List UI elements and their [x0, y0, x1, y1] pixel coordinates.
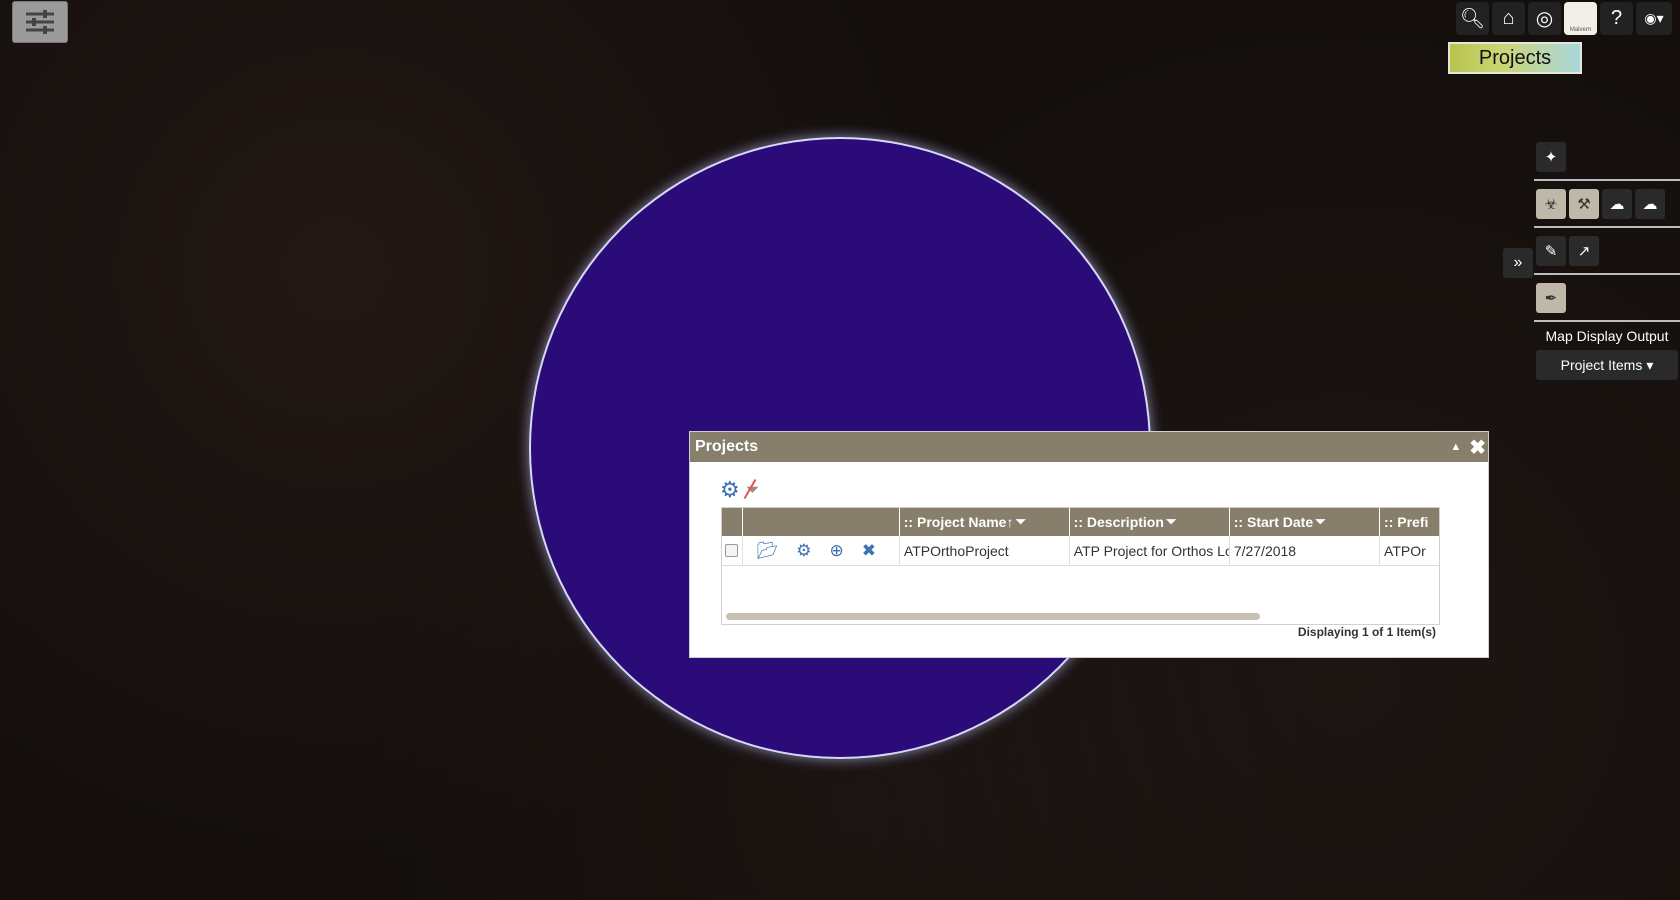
horizontal-scrollbar[interactable]: [726, 613, 1260, 620]
close-icon[interactable]: ✖: [1469, 435, 1486, 460]
tool-group-1: ✦: [1534, 134, 1680, 181]
map-display-output-label: Map Display Output: [1545, 328, 1669, 344]
user-menu-button[interactable]: ◉▾: [1636, 2, 1672, 35]
projects-banner[interactable]: Projects: [1448, 42, 1582, 74]
row-checkbox[interactable]: [725, 544, 739, 557]
delete-icon[interactable]: ✖: [862, 541, 876, 561]
cloud-upload-icon: ☁: [1609, 195, 1625, 213]
home-button[interactable]: ⌂: [1492, 2, 1525, 35]
projects-grid: :: Project Name↑ ⏷ :: Description ⏷ :: Sta…: [721, 507, 1440, 625]
grid-header-row: :: Project Name↑ ⏷ :: Description ⏷ :: Sta…: [722, 508, 1439, 536]
user-icon: ◉▾: [1644, 10, 1664, 26]
help-icon: ?: [1610, 7, 1623, 29]
cogs-icon[interactable]: ⚙: [796, 541, 811, 561]
project-items-dropdown[interactable]: Project Items ▾: [1536, 350, 1678, 380]
globe-button[interactable]: ◎: [1528, 2, 1561, 35]
brush-button[interactable]: ✒: [1536, 282, 1566, 313]
footer-prefix: Displaying: [1297, 625, 1362, 639]
malvern-logo-button[interactable]: Malvern: [1564, 2, 1597, 35]
magic-wand-icon: ✦: [1544, 148, 1558, 166]
layer-menu-button[interactable]: [12, 1, 68, 43]
cell-description: ATP Project for Orthos Lo: [1070, 536, 1230, 565]
biohazard-button[interactable]: ☣: [1536, 188, 1566, 219]
filter-icon[interactable]: ⏷: [1015, 514, 1025, 530]
footer-mid: of: [1368, 625, 1387, 639]
column-description[interactable]: :: Description ⏷: [1070, 508, 1230, 536]
caret-down-icon: ▾: [1646, 356, 1654, 373]
column-project-name[interactable]: :: Project Name↑ ⏷: [900, 508, 1070, 536]
home-icon: ⌂: [1502, 7, 1515, 29]
collapse-icon[interactable]: ▲: [1450, 441, 1461, 453]
tool-group-3: ✎ ↗: [1534, 228, 1680, 275]
header-actions-cell: [743, 508, 900, 536]
external-link-icon: ↗: [1577, 242, 1591, 260]
project-items-label: Project Items: [1560, 357, 1643, 373]
search-icon: 🔍︎: [1459, 8, 1486, 30]
column-label: :: Project Name↑: [903, 514, 1014, 530]
search-button[interactable]: 🔍︎: [1456, 2, 1489, 35]
footer-suffix: Item(s): [1393, 625, 1436, 639]
external-link-button[interactable]: ↗: [1569, 235, 1599, 266]
cloud-upload-icon: ☁: [1642, 195, 1658, 213]
dialog-header[interactable]: Projects ▲ ✖: [690, 432, 1488, 462]
brush-icon: ✒: [1544, 289, 1558, 307]
row-checkbox-cell: [722, 536, 743, 565]
projects-dialog: Projects ▲ ✖ ⚙ ⏷ :: Project Name↑ ⏷ :: De…: [689, 431, 1489, 658]
hammer-button[interactable]: ⚒: [1569, 188, 1599, 219]
edit-icon: ✎: [1544, 242, 1558, 260]
row-actions: 📂︎ ⚙ ⊕ ✖: [743, 536, 900, 565]
table-row[interactable]: 📂︎ ⚙ ⊕ ✖ ATPOrthoProject ATP Project for…: [722, 536, 1439, 566]
cell-start-date: 7/27/2018: [1230, 536, 1381, 565]
top-toolbar: 🔍︎ ⌂ ◎ Malvern ? ◉▾: [1456, 2, 1672, 35]
edit-button[interactable]: ✎: [1536, 235, 1566, 266]
filter-icon[interactable]: ⏷: [1315, 514, 1325, 530]
malvern-logo: Malvern: [1569, 27, 1592, 33]
grid-toolbar: ⚙ ⏷: [720, 477, 759, 503]
tool-group-2: ☣ ⚒ ☁ ☁: [1534, 181, 1680, 228]
folder-open-icon[interactable]: 📂︎: [757, 541, 779, 561]
right-tool-panel: ✦ ☣ ⚒ ☁ ☁ ✎ ↗ ✒ Map Display Output Proje…: [1534, 134, 1680, 380]
cloud-upload-button-2[interactable]: ☁: [1635, 188, 1665, 219]
projects-banner-label: Projects: [1478, 46, 1552, 69]
tool-group-4: ✒: [1534, 275, 1680, 322]
hammer-icon: ⚒: [1577, 195, 1591, 213]
cloud-upload-button[interactable]: ☁: [1602, 188, 1632, 219]
column-start-date[interactable]: :: Start Date ⏷: [1230, 508, 1381, 536]
expand-panel-button[interactable]: »: [1503, 248, 1533, 278]
magic-wand-button[interactable]: ✦: [1536, 141, 1566, 172]
cell-project-name: ATPOrthoProject: [900, 536, 1070, 565]
grid-footer: Displaying 1 of 1 Item(s): [1298, 625, 1436, 639]
column-label: :: Description: [1073, 514, 1164, 530]
gear-icon[interactable]: ⚙: [720, 477, 740, 503]
globe-icon: ◎: [1535, 8, 1554, 30]
double-chevron-right-icon: »: [1513, 254, 1523, 271]
dialog-title: Projects: [695, 438, 759, 455]
column-label: :: Prefi: [1384, 514, 1429, 530]
column-label: :: Start Date: [1233, 514, 1314, 530]
column-prefix[interactable]: :: Prefi: [1380, 508, 1439, 536]
cell-prefix: ATPOr: [1384, 542, 1426, 559]
footer-start: 1: [1361, 625, 1369, 639]
clear-filter-icon[interactable]: ⏷: [746, 480, 760, 500]
zoom-in-icon[interactable]: ⊕: [829, 541, 843, 561]
sliders-icon: [26, 10, 54, 34]
biohazard-icon: ☣: [1544, 195, 1558, 213]
help-button[interactable]: ?: [1600, 2, 1633, 35]
header-check-cell: [722, 508, 743, 536]
filter-icon[interactable]: ⏷: [1166, 514, 1176, 530]
